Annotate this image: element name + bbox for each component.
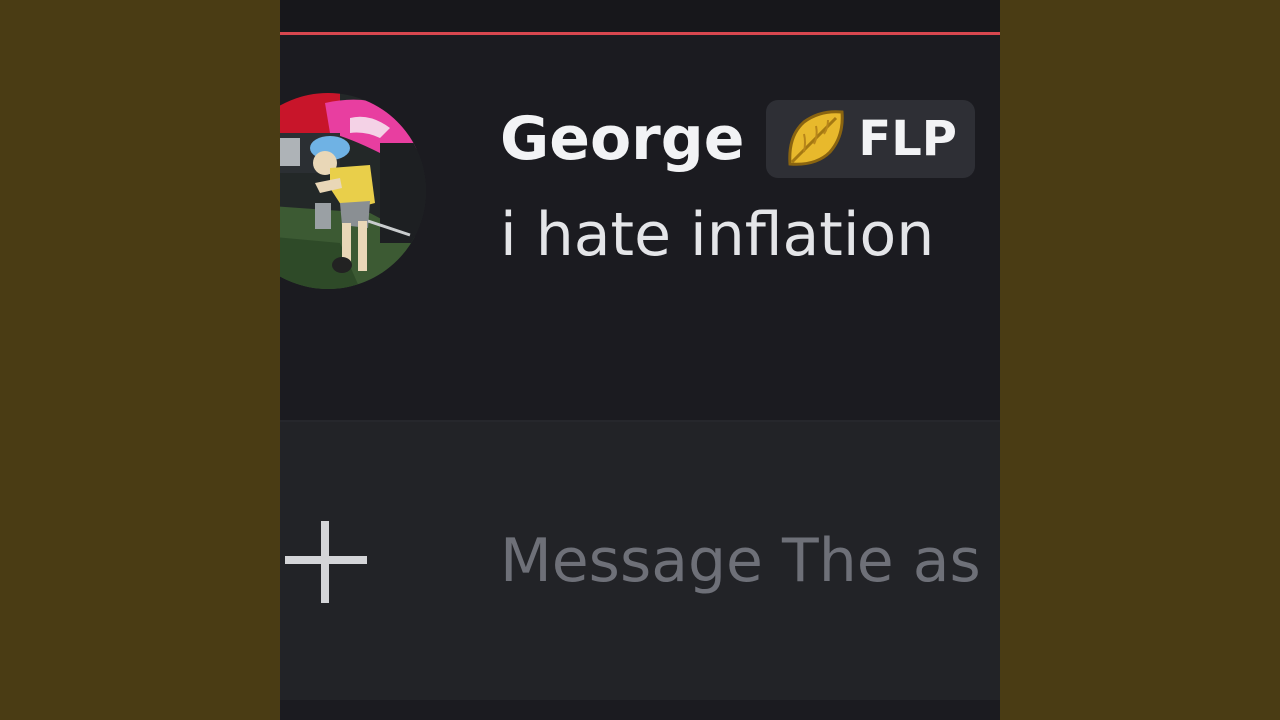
message-header: George FLP <box>500 99 975 179</box>
author-name[interactable]: George <box>500 109 744 169</box>
add-attachment-button[interactable] <box>280 515 370 605</box>
message-content: i hate inflation <box>500 200 935 270</box>
message-input[interactable] <box>500 520 1000 602</box>
top-bar <box>280 0 1000 32</box>
leaf-icon <box>788 110 845 166</box>
avatar-image <box>280 93 426 289</box>
chat-window: George FLP i hate inflation <box>280 0 1000 720</box>
plus-icon <box>285 521 367 603</box>
avatar[interactable] <box>280 93 426 289</box>
server-tag[interactable]: FLP <box>766 100 975 178</box>
bottom-strip <box>280 700 1000 720</box>
message-item: George FLP i hate inflation <box>280 35 1000 420</box>
tag-label: FLP <box>858 111 957 167</box>
